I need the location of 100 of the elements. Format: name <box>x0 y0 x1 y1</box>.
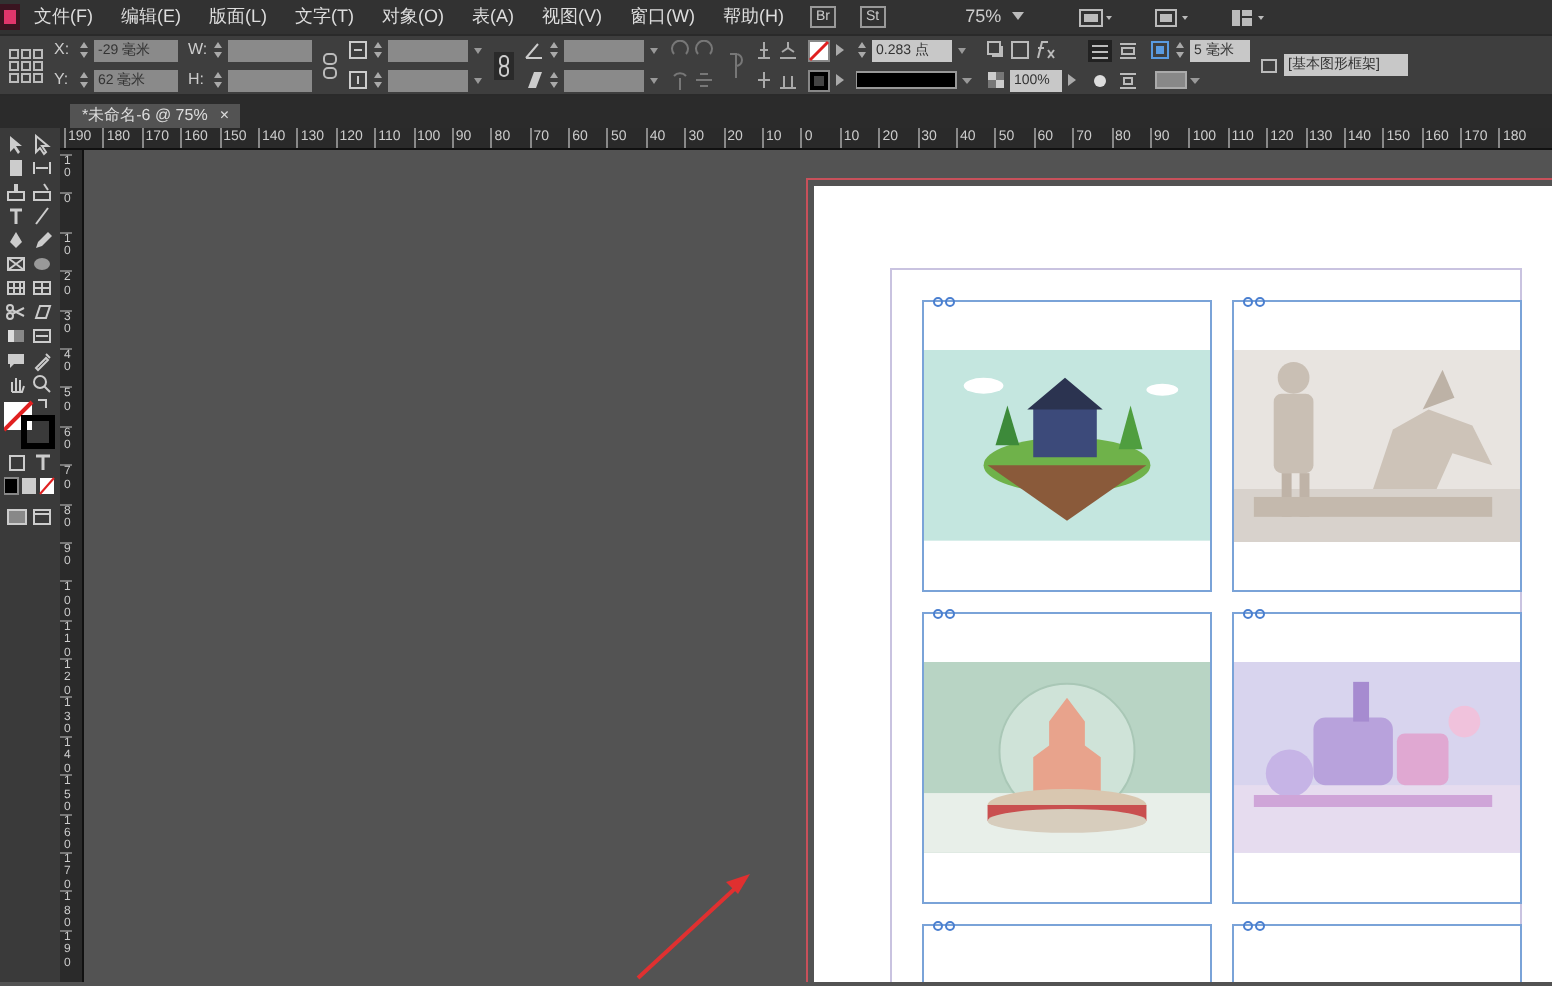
zoom-dropdown[interactable]: 75% <box>953 1 1038 33</box>
input-field[interactable] <box>388 69 468 91</box>
menu-item[interactable]: 表(A) <box>458 0 528 34</box>
fill-none-swatch-icon[interactable] <box>808 39 830 61</box>
spinner-icon[interactable] <box>78 40 90 60</box>
table-tool-icon[interactable] <box>6 278 28 300</box>
zoom-tool-icon[interactable] <box>32 374 54 396</box>
screen-mode-icon[interactable] <box>32 506 54 528</box>
line-tool-icon[interactable] <box>32 206 54 228</box>
grid-tool-icon[interactable] <box>32 278 54 300</box>
note-tool-icon[interactable] <box>6 350 28 372</box>
frame-handle-icon[interactable] <box>932 920 956 932</box>
frame-handle-icon[interactable] <box>1242 608 1266 620</box>
flip-horizontal-icon[interactable] <box>670 70 690 90</box>
formatting-container-icon[interactable] <box>6 452 28 474</box>
frame-icon[interactable] <box>1010 40 1030 60</box>
gradient-tool-icon[interactable] <box>6 326 28 348</box>
reference-point-icon[interactable] <box>8 43 44 87</box>
constrain-proportions-icon[interactable] <box>322 51 338 79</box>
normal-view-icon[interactable] <box>6 506 28 528</box>
effects-icon[interactable] <box>1034 40 1058 60</box>
app-logo-icon <box>0 0 20 34</box>
spinner-icon[interactable] <box>1174 40 1186 60</box>
stroke-type-dropdown[interactable] <box>856 70 976 90</box>
frame-handle-icon[interactable] <box>932 296 956 308</box>
content-placer-icon[interactable] <box>32 182 54 204</box>
flip-vertical-icon[interactable] <box>694 70 714 90</box>
view-options-icon[interactable] <box>1153 7 1190 27</box>
menu-item[interactable]: 版面(L) <box>195 0 281 34</box>
arrange-documents-icon[interactable] <box>1229 7 1266 27</box>
rotate-clockwise-icon[interactable] <box>670 40 690 60</box>
input-field[interactable] <box>388 39 468 61</box>
annotation-arrow <box>634 870 754 982</box>
free-transform-tool-icon[interactable] <box>32 302 54 324</box>
frame-handle-icon[interactable] <box>932 608 956 620</box>
rotate-counterclockwise-icon[interactable] <box>694 40 714 60</box>
rotate-angle-icon[interactable] <box>524 40 544 60</box>
field-label: Y: <box>54 68 71 92</box>
document-tab[interactable]: *未命名-6 @ 75% × <box>70 104 241 128</box>
pencil-tool-icon[interactable] <box>32 230 54 252</box>
hand-tool-icon[interactable] <box>6 374 28 396</box>
menu-item[interactable]: 窗口(W) <box>616 0 709 34</box>
stroke-menu-icon[interactable] <box>834 70 846 90</box>
distribute-icon[interactable] <box>778 40 798 60</box>
wrap-bounding-box-icon[interactable] <box>1116 39 1140 61</box>
spinner-icon[interactable] <box>78 70 90 90</box>
direct-selection-tool-icon[interactable] <box>32 134 54 156</box>
eyedropper-tool-icon[interactable] <box>32 350 54 372</box>
pen-tool-icon[interactable] <box>6 230 28 252</box>
spinner-icon[interactable] <box>856 40 868 60</box>
menu-item[interactable]: 帮助(H) <box>709 0 798 34</box>
page-tool-icon[interactable] <box>6 158 28 180</box>
jump-object-icon[interactable] <box>1116 69 1140 91</box>
field-label: X: <box>54 38 72 62</box>
link-icon[interactable] <box>494 51 514 79</box>
input-field[interactable] <box>228 69 312 91</box>
menu-item[interactable]: 文件(F) <box>20 0 107 34</box>
field-label: H: <box>188 68 206 92</box>
fill-menu-icon[interactable] <box>834 40 846 60</box>
input-field[interactable] <box>564 39 644 61</box>
scale-height-icon[interactable] <box>348 70 368 90</box>
fill-stroke-swatch-icon[interactable] <box>4 398 56 450</box>
align-icon[interactable] <box>754 40 774 60</box>
content-collector-icon[interactable] <box>6 182 28 204</box>
wrap-offset-icon[interactable] <box>1150 40 1170 60</box>
apply-color-icon[interactable] <box>4 476 56 496</box>
distribute-spacing-icon[interactable] <box>778 70 798 90</box>
opacity-icon[interactable] <box>986 70 1006 90</box>
screen-mode-icon[interactable] <box>1077 7 1114 27</box>
menu-item[interactable]: 编辑(E) <box>107 0 195 34</box>
spinner-icon[interactable] <box>212 40 224 60</box>
rectangle-frame-tool-icon[interactable] <box>6 254 28 276</box>
menu-item[interactable]: 文字(T) <box>281 0 368 34</box>
ellipse-tool-icon[interactable] <box>32 254 54 276</box>
wrap-options-dropdown[interactable] <box>1150 70 1202 90</box>
scissors-tool-icon[interactable] <box>6 302 28 324</box>
wrap-around-shape-icon[interactable] <box>1088 69 1112 91</box>
drop-shadow-icon[interactable] <box>986 40 1006 60</box>
menu-item[interactable]: 视图(V) <box>528 0 616 34</box>
type-tool-icon[interactable] <box>6 206 28 228</box>
no-wrap-icon[interactable] <box>1088 39 1112 61</box>
opacity-menu-icon[interactable] <box>1066 70 1078 90</box>
input-field[interactable] <box>564 69 644 91</box>
align-center-icon[interactable] <box>754 70 774 90</box>
formatting-text-icon[interactable] <box>32 452 54 474</box>
spinner-icon[interactable] <box>548 40 560 60</box>
spinner-icon[interactable] <box>212 70 224 90</box>
scale-width-icon[interactable] <box>348 40 368 60</box>
frame-handle-icon[interactable] <box>1242 296 1266 308</box>
spinner-icon[interactable] <box>548 70 560 90</box>
stroke-swatch-icon[interactable] <box>808 69 830 91</box>
frame-handle-icon[interactable] <box>1242 920 1266 932</box>
input-field[interactable] <box>228 39 312 61</box>
shear-angle-icon[interactable] <box>524 70 544 90</box>
spinner-icon[interactable] <box>372 70 384 90</box>
gap-tool-icon[interactable] <box>32 158 54 180</box>
object-style-icon[interactable] <box>1260 55 1280 75</box>
spinner-icon[interactable] <box>372 40 384 60</box>
menu-item[interactable]: 对象(O) <box>368 0 458 34</box>
gradient-feather-tool-icon[interactable] <box>32 326 54 348</box>
